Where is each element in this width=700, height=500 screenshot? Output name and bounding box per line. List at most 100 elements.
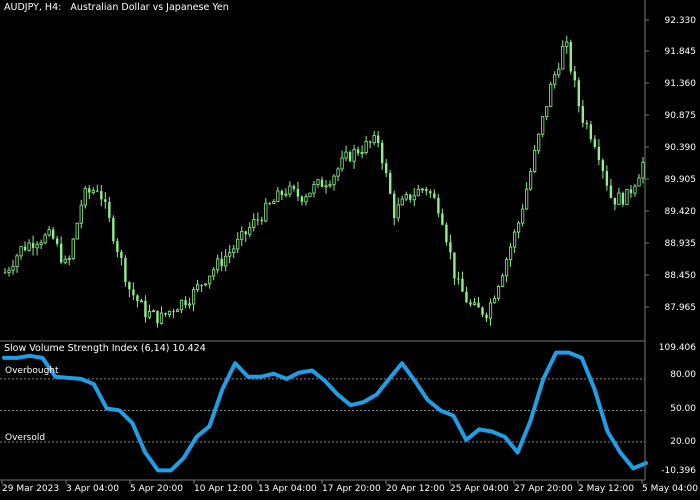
candle-body <box>533 149 537 172</box>
candle-body <box>96 190 99 192</box>
candle-body <box>59 243 63 263</box>
candle-body <box>412 195 416 201</box>
candle-body <box>605 171 609 186</box>
candle-body <box>320 179 324 187</box>
candle-body <box>573 71 576 81</box>
candle-body <box>236 238 240 250</box>
candle-body <box>280 190 284 195</box>
candle-body <box>204 283 208 286</box>
candle-body <box>75 222 79 240</box>
candle-body <box>449 242 452 253</box>
price-tick: 88.450 <box>664 271 697 281</box>
candle-body <box>356 149 360 154</box>
time-tick: 2 May 12:00 <box>578 484 634 494</box>
candle-body <box>437 197 440 214</box>
candle-body <box>376 135 380 143</box>
candle-body <box>312 184 316 194</box>
candle-body <box>593 139 597 147</box>
candle-body <box>11 266 15 271</box>
candle-body <box>400 198 404 206</box>
time-tick: 29 Mar 2023 <box>2 484 60 494</box>
candle-body <box>216 258 220 271</box>
candle-body <box>537 133 541 151</box>
trading-chart[interactable] <box>0 0 700 500</box>
candle-body <box>39 242 43 246</box>
candle-body <box>124 257 127 283</box>
candle-body <box>191 289 196 305</box>
candle-body <box>304 196 308 203</box>
candle-body <box>139 300 144 303</box>
chart-background <box>0 0 700 500</box>
candle-body <box>465 291 468 303</box>
candle-body <box>561 45 565 70</box>
candle-body <box>244 231 247 235</box>
candle-body <box>340 157 344 170</box>
candle-body <box>565 41 569 47</box>
candle-body <box>100 191 103 200</box>
candle-body <box>260 219 264 222</box>
symbol-description: Australian Dollar vs Japanese Yen <box>70 2 229 13</box>
time-tick: 10 Apr 12:00 <box>194 484 253 494</box>
candle-body <box>55 238 59 244</box>
candle-body <box>83 187 87 206</box>
candle-body <box>15 255 19 268</box>
candle-body <box>292 186 296 189</box>
candle-body <box>469 302 472 305</box>
price-tick: 90.390 <box>664 143 697 153</box>
candle-body <box>389 172 392 194</box>
candle-body <box>79 204 83 224</box>
candle-body <box>637 177 641 187</box>
candle-body <box>147 311 152 318</box>
candle-body <box>104 199 107 202</box>
candle-body <box>617 192 621 205</box>
time-tick: 5 Apr 20:00 <box>130 484 183 494</box>
oversold-label: Oversold <box>5 433 46 443</box>
candle-body <box>393 193 396 219</box>
candle-body <box>112 217 115 242</box>
indicator-tick: 50.00 <box>670 404 696 414</box>
candle-body <box>91 190 95 193</box>
candle-body <box>268 203 272 205</box>
candle-body <box>457 278 460 280</box>
candle-body <box>352 148 356 162</box>
overbought-label: Overbought <box>5 366 59 376</box>
candle-body <box>553 74 557 85</box>
candle-body <box>248 227 252 235</box>
candle-body <box>324 185 328 188</box>
candle-body <box>425 188 428 192</box>
price-tick: 91.360 <box>664 79 697 89</box>
candle-body <box>187 303 192 306</box>
candle-body <box>252 219 256 228</box>
candle-body <box>461 278 464 292</box>
candle-body <box>445 224 448 243</box>
candle-body <box>71 238 75 259</box>
candle-body <box>641 162 645 179</box>
candle-body <box>200 284 203 286</box>
candle-body <box>429 191 432 194</box>
candle-body <box>581 106 585 123</box>
candle-body <box>288 185 292 195</box>
candle-body <box>549 83 553 107</box>
candle-body <box>43 234 47 244</box>
candle-body <box>167 310 172 315</box>
time-tick: 27 Apr 20:00 <box>514 484 573 494</box>
candle-body <box>175 309 180 312</box>
candle-body <box>485 314 488 319</box>
candle-body <box>477 302 480 308</box>
candle-body <box>23 246 27 251</box>
indicator-tick: 80.00 <box>670 370 696 380</box>
time-tick: 17 Apr 20:00 <box>322 484 381 494</box>
candle-body <box>164 313 167 315</box>
candle-body <box>404 194 408 200</box>
time-tick: 25 Apr 04:00 <box>450 484 509 494</box>
indicator-tick: 20.00 <box>670 437 696 447</box>
price-tick: 90.875 <box>664 111 697 121</box>
candle-body <box>108 201 111 218</box>
candle-body <box>224 255 228 267</box>
candle-body <box>67 258 71 260</box>
candle-body <box>35 244 39 249</box>
candle-body <box>172 311 175 313</box>
candle-body <box>420 188 424 191</box>
candle-body <box>116 241 119 252</box>
candle-body <box>328 184 332 187</box>
